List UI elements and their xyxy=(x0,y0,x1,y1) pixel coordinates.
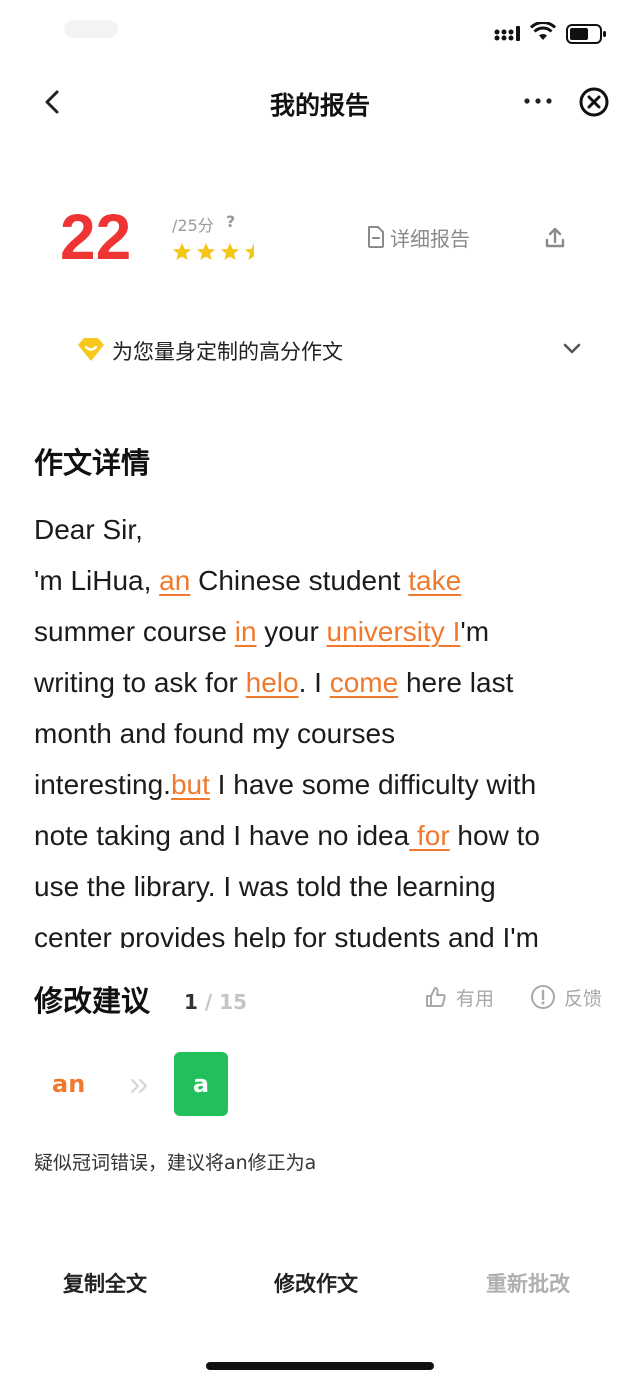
star-rating xyxy=(172,242,264,264)
essay-text-segment: your xyxy=(256,616,327,647)
star-icon xyxy=(173,243,191,260)
custom-essay-banner[interactable]: 为您量身定制的高分作文 xyxy=(76,330,586,370)
detail-report-label: 详细报告 xyxy=(390,226,470,251)
essay-text: Dear Sir, 'm LiHua, an Chinese student ta… xyxy=(34,504,614,948)
half-star-icon xyxy=(245,243,254,260)
suggestion-total: 15 xyxy=(219,990,248,1014)
copy-all-button[interactable]: 复制全文 xyxy=(25,1268,185,1298)
regrade-button[interactable]: 重新批改 xyxy=(448,1268,608,1298)
exclamation-circle-icon xyxy=(531,985,555,1009)
error-word[interactable]: helo xyxy=(246,667,299,698)
error-word[interactable]: in xyxy=(235,616,257,647)
essay-text-segment: . I xyxy=(298,667,330,698)
suggestion-section-title: 修改建议 xyxy=(34,984,151,1018)
share-icon[interactable] xyxy=(542,224,568,252)
essay-text-segment: here last xyxy=(398,667,514,698)
suggestion-current: 1 xyxy=(184,990,198,1014)
essay-text-segment: I have some difficulty with xyxy=(209,769,537,800)
error-word[interactable]: but xyxy=(171,769,210,800)
suggestion-separator: / xyxy=(204,990,213,1014)
detail-report-button[interactable]: 详细报告 xyxy=(366,222,470,252)
suggestion-description: 疑似冠词错误，建议将an修正为a xyxy=(34,1152,317,1174)
star-icon xyxy=(221,243,239,260)
close-icon[interactable] xyxy=(578,86,610,118)
essay-line: Dear Sir, xyxy=(34,504,614,555)
nav-bar: 我的报告 xyxy=(0,70,640,134)
signal-icon xyxy=(494,26,520,41)
essay-text-segment: interesting. xyxy=(34,769,171,800)
suggestion-counter: 1 / 15 xyxy=(184,990,247,1014)
time-pill xyxy=(64,20,118,38)
chevron-down-icon[interactable] xyxy=(560,336,584,360)
essay-line: month and found my courses xyxy=(34,708,614,759)
error-word[interactable]: take xyxy=(408,565,461,596)
status-bar xyxy=(0,0,640,70)
essay-text-segment: how to xyxy=(449,820,540,851)
essay-text-segment: writing to ask for xyxy=(34,667,246,698)
document-icon xyxy=(368,226,384,248)
essay-line: center provides help for students and I'… xyxy=(34,912,614,948)
feedback-button[interactable]: 反馈 xyxy=(530,982,602,1012)
essay-line: summer course in your university I'm xyxy=(34,606,614,657)
star-icon xyxy=(197,243,215,260)
score-help-icon[interactable]: ? xyxy=(226,212,235,231)
corrected-word[interactable]: a xyxy=(174,1052,228,1116)
useful-label: 有用 xyxy=(456,987,495,1010)
original-word: an xyxy=(52,1070,86,1098)
custom-essay-label: 为您量身定制的高分作文 xyxy=(112,340,343,364)
essay-line: 'm LiHua, an Chinese student take xyxy=(34,555,614,606)
essay-text-segment: Chinese student xyxy=(190,565,409,596)
useful-button[interactable]: 有用 xyxy=(424,982,494,1012)
edit-essay-button[interactable]: 修改作文 xyxy=(236,1268,396,1298)
essay-line: note taking and I have no idea for how t… xyxy=(34,810,614,861)
essay-text-segment: month and found my courses xyxy=(34,718,396,749)
home-indicator xyxy=(206,1362,434,1370)
essay-text-segment: Dear Sir, xyxy=(34,514,143,545)
score-total: /25分 xyxy=(172,216,214,235)
error-word[interactable]: university I xyxy=(327,616,461,647)
double-chevron-right-icon xyxy=(130,1078,148,1094)
essay-line: interesting.but I have some difficulty w… xyxy=(34,759,614,810)
battery-icon xyxy=(566,24,606,44)
essay-text-segment: use the library. I was told the learning xyxy=(34,871,496,902)
thumbs-up-icon xyxy=(426,987,446,1007)
more-icon[interactable] xyxy=(518,86,558,116)
diamond-badge-icon xyxy=(78,338,104,361)
wifi-icon xyxy=(530,22,556,40)
essay-text-segment: center provides help for students and I'… xyxy=(34,922,539,948)
essay-line: writing to ask for helo. I come here las… xyxy=(34,657,614,708)
score-value: 22 xyxy=(60,201,132,273)
essay-line: use the library. I was told the learning xyxy=(34,861,614,912)
essay-text-segment: summer course xyxy=(34,616,235,647)
error-word[interactable]: for xyxy=(409,820,450,851)
essay-text-segment: 'm xyxy=(460,616,490,647)
feedback-label: 反馈 xyxy=(564,987,603,1010)
essay-text-segment: 'm LiHua, xyxy=(34,565,160,596)
error-word[interactable]: an xyxy=(159,565,190,596)
essay-section-title: 作文详情 xyxy=(34,446,151,480)
error-word[interactable]: come xyxy=(330,667,398,698)
essay-text-segment: note taking and I have no idea xyxy=(34,820,410,851)
